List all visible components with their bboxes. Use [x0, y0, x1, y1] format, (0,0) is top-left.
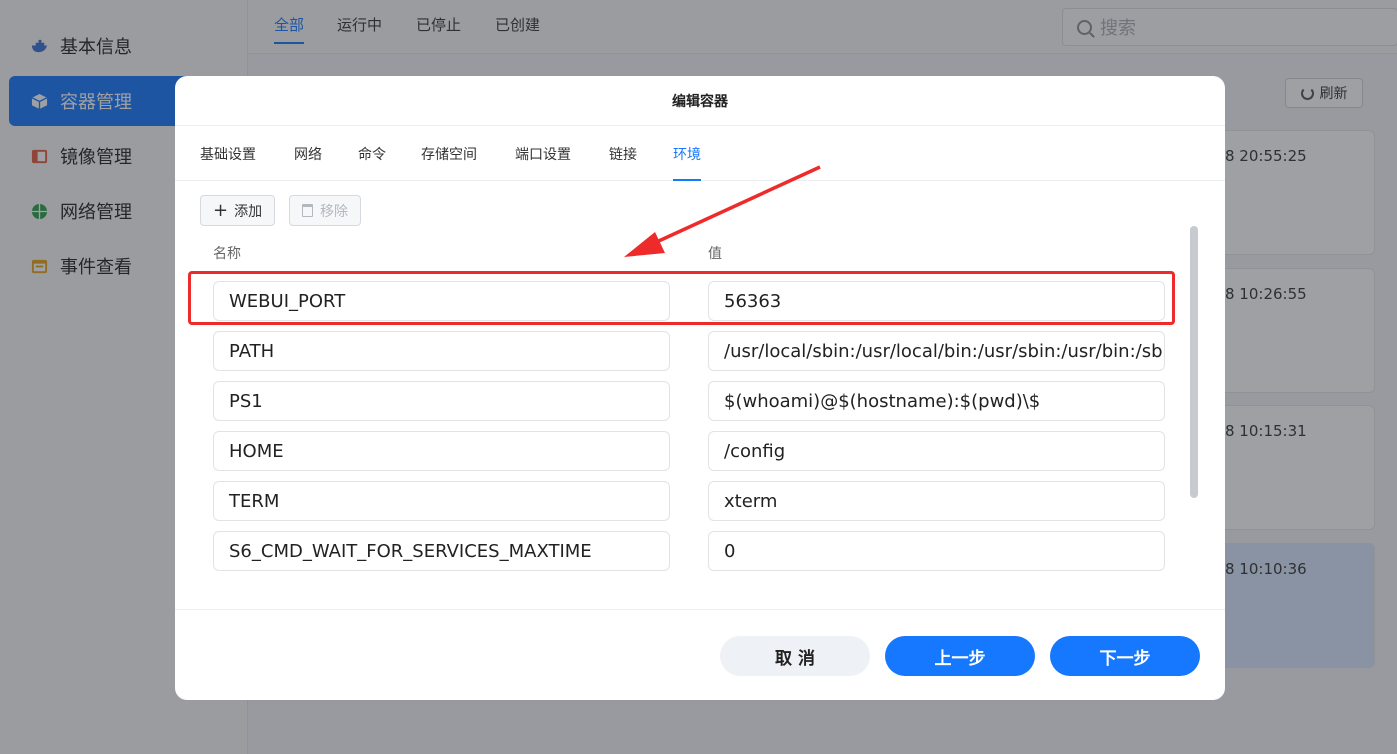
- env-value-input[interactable]: 0: [708, 531, 1165, 571]
- scrollbar[interactable]: [1190, 226, 1198, 498]
- tab-environment[interactable]: 环境: [673, 144, 701, 181]
- env-value-input[interactable]: /config: [708, 431, 1165, 471]
- column-header-value: 值: [708, 246, 722, 262]
- tab-port-settings[interactable]: 端口设置: [515, 144, 571, 181]
- column-header-name: 名称: [213, 246, 241, 262]
- tab-links[interactable]: 链接: [609, 144, 637, 181]
- env-name-input[interactable]: HOME: [213, 431, 670, 471]
- env-value-input[interactable]: /usr/local/sbin:/usr/local/bin:/usr/sbin…: [708, 331, 1165, 371]
- edit-container-dialog: 编辑容器 基础设置 网络 命令 存储空间 端口设置 链接 环境 + 添加 移除 …: [175, 76, 1225, 700]
- tab-storage[interactable]: 存储空间: [421, 144, 477, 181]
- env-value-input[interactable]: xterm: [708, 481, 1165, 521]
- dialog-title: 编辑容器: [175, 76, 1225, 126]
- env-name-input[interactable]: PS1: [213, 381, 670, 421]
- remove-label: 移除: [320, 203, 348, 220]
- next-step-button[interactable]: 下一步: [1050, 636, 1200, 676]
- remove-env-button[interactable]: 移除: [289, 195, 361, 226]
- tab-network[interactable]: 网络: [294, 144, 322, 181]
- footer-divider: [175, 609, 1225, 610]
- tab-command[interactable]: 命令: [358, 144, 386, 181]
- add-label: 添加: [234, 203, 263, 220]
- env-value-input[interactable]: $(whoami)@$(hostname):$(pwd)\$: [708, 381, 1165, 421]
- tab-basic-settings[interactable]: 基础设置: [200, 144, 256, 181]
- cancel-button[interactable]: 取 消: [720, 636, 870, 676]
- trash-icon: [302, 204, 313, 217]
- annotation-highlight-box: [188, 271, 1175, 325]
- previous-step-button[interactable]: 上一步: [885, 636, 1035, 676]
- env-name-input[interactable]: S6_CMD_WAIT_FOR_SERVICES_MAXTIME: [213, 531, 670, 571]
- plus-icon: +: [213, 199, 229, 221]
- env-name-input[interactable]: PATH: [213, 331, 670, 371]
- env-name-input[interactable]: TERM: [213, 481, 670, 521]
- add-env-button[interactable]: + 添加: [200, 195, 276, 226]
- dialog-tabs: 基础设置 网络 命令 存储空间 端口设置 链接 环境: [175, 126, 1225, 181]
